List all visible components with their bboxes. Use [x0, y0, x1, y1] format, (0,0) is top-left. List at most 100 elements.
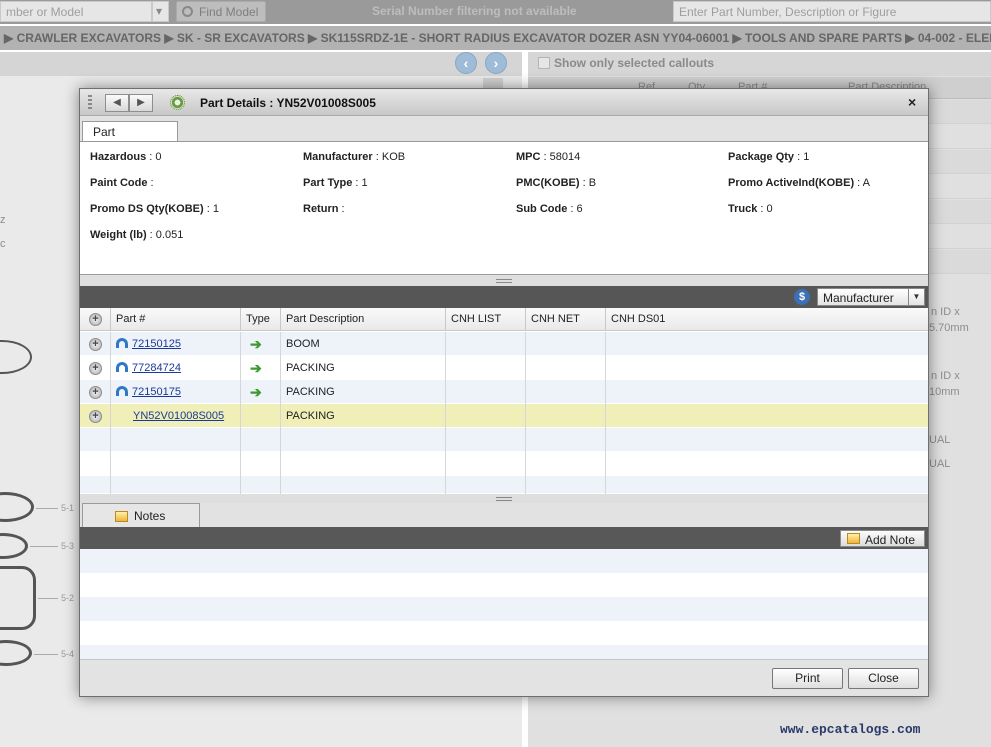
find-model-button[interactable]: Find Model — [176, 1, 266, 22]
attr-part-type: Part Type : 1 — [303, 177, 368, 189]
attr-promo-activeind: Promo ActiveInd(KOBE) : A — [728, 177, 871, 189]
cnh-list-cell — [446, 380, 526, 404]
plus-icon[interactable]: + — [89, 410, 102, 423]
chevron-down-icon[interactable]: ▼ — [908, 289, 924, 305]
tab-notes[interactable]: Notes — [82, 503, 200, 527]
cnh-net-cell — [526, 356, 606, 380]
show-selected-checkbox[interactable] — [538, 57, 550, 69]
gear-icon — [170, 95, 185, 110]
plus-icon[interactable]: + — [89, 386, 102, 399]
table-row[interactable]: + 72150175 ➔ PACKING — [80, 380, 928, 404]
attr-sub-code: Sub Code : 6 — [516, 203, 583, 215]
expand-all-column[interactable]: + — [80, 308, 111, 331]
replacement-arrow-icon[interactable]: ➔ — [250, 361, 266, 375]
table-row-selected[interactable]: + YN52V01008S005 PACKING — [80, 404, 928, 428]
part-details-dialog: ◀ ▶ Part Details : YN52V01008S005 × Part… — [79, 88, 929, 697]
cnh-net-cell — [526, 332, 606, 356]
close-icon[interactable]: × — [908, 94, 916, 110]
attr-weight: Weight (lb) : 0.051 — [90, 229, 184, 241]
notes-toolbar: Add Note — [80, 527, 928, 549]
note-row — [80, 597, 928, 621]
callout-line — [30, 546, 58, 547]
price-source-value: Manufacturer — [823, 291, 894, 305]
attr-hazardous: Hazardous : 0 — [90, 151, 162, 163]
print-button[interactable]: Print — [772, 668, 843, 689]
plus-icon[interactable]: + — [89, 313, 102, 326]
empty-cell — [111, 428, 241, 452]
col-cnh-list[interactable]: CNH LIST — [446, 308, 526, 331]
part-number-link[interactable]: 72150175 — [132, 386, 181, 398]
col-part-number[interactable]: Part # — [111, 308, 241, 331]
back-button[interactable]: ◀ — [105, 94, 129, 112]
tab-part-attributes[interactable]: Part Attributes — [82, 121, 178, 153]
table-row[interactable]: + 72150125 ➔ BOOM — [80, 332, 928, 356]
breadcrumb[interactable]: ▶ CRAWLER EXCAVATORS ▶ SK - SR EXCAVATOR… — [0, 26, 991, 50]
table-row[interactable]: + 77284724 ➔ PACKING — [80, 356, 928, 380]
plus-icon[interactable]: + — [89, 362, 102, 375]
cnh-ds01-cell — [606, 332, 928, 356]
back-arrow-icon[interactable] — [116, 362, 128, 372]
cnh-list-cell — [446, 356, 526, 380]
col-cnh-ds01[interactable]: CNH DS01 — [606, 308, 928, 331]
empty-cell — [526, 452, 606, 476]
show-selected-label: Show only selected callouts — [554, 56, 715, 70]
empty-cell — [281, 452, 446, 476]
back-arrow-icon[interactable] — [116, 386, 128, 396]
model-search-input[interactable]: mber or Model — [0, 1, 152, 22]
drag-grip-icon[interactable] — [88, 95, 92, 109]
part-number-cell: YN52V01008S005 — [111, 404, 241, 428]
col-part-description[interactable]: Part Description — [281, 308, 446, 331]
note-icon — [115, 511, 128, 522]
left-snippet: z — [0, 214, 6, 226]
attr-pmc: PMC(KOBE) : B — [516, 177, 597, 189]
part-number-link[interactable]: 72150125 — [132, 338, 181, 350]
splitter-handle[interactable] — [80, 276, 928, 286]
forward-button[interactable]: ▶ — [129, 94, 153, 112]
right-snippet: 10mm — [929, 386, 960, 398]
callout-label[interactable]: 5-2 — [61, 593, 74, 603]
callout-label[interactable]: 5-4 — [61, 649, 74, 659]
close-button[interactable]: Close — [848, 668, 919, 689]
callout-label[interactable]: 5-3 — [61, 541, 74, 551]
empty-cell — [80, 452, 111, 476]
type-cell: ➔ — [241, 356, 281, 380]
dollar-icon: $ — [794, 289, 810, 305]
callout-line — [38, 598, 58, 599]
part-number-link[interactable]: 77284724 — [132, 362, 181, 374]
row-expand-cell: + — [80, 356, 111, 380]
empty-cell — [80, 476, 111, 494]
attributes-panel: Hazardous : 0 Manufacturer : KOB MPC : 5… — [80, 141, 928, 275]
empty-cell — [241, 452, 281, 476]
cnh-ds01-cell — [606, 380, 928, 404]
empty-cell — [526, 476, 606, 494]
replacement-arrow-icon[interactable]: ➔ — [250, 385, 266, 399]
plus-icon[interactable]: + — [89, 338, 102, 351]
attr-return: Return : — [303, 203, 345, 215]
attr-promo-ds-qty: Promo DS Qty(KOBE) : 1 — [90, 203, 219, 215]
back-arrow-icon[interactable] — [116, 338, 128, 348]
replacement-arrow-icon[interactable]: ➔ — [250, 337, 266, 351]
part-number-link[interactable]: YN52V01008S005 — [133, 410, 224, 422]
empty-cell — [446, 452, 526, 476]
attr-mpc: MPC : 58014 — [516, 151, 581, 163]
callout-line — [34, 654, 58, 655]
model-dropdown-arrow[interactable]: ▾ — [152, 1, 169, 22]
empty-cell — [111, 476, 241, 494]
empty-cell — [281, 428, 446, 452]
col-type[interactable]: Type — [241, 308, 281, 331]
add-note-button[interactable]: Add Note — [840, 530, 925, 547]
cnh-list-cell — [446, 332, 526, 356]
description-cell: PACKING — [281, 404, 446, 428]
next-figure-button[interactable]: › — [485, 52, 507, 74]
empty-row — [80, 476, 928, 494]
right-snippet: UAL — [929, 434, 951, 446]
empty-cell — [606, 476, 928, 494]
col-cnh-net[interactable]: CNH NET — [526, 308, 606, 331]
dialog-titlebar[interactable]: ◀ ▶ Part Details : YN52V01008S005 × — [80, 89, 928, 116]
price-source-select[interactable]: Manufacturer ▼ — [817, 288, 925, 306]
part-search-input[interactable]: Enter Part Number, Description or Figure — [673, 1, 991, 22]
callout-label[interactable]: 5-1 — [61, 503, 74, 513]
attr-package-qty: Package Qty : 1 — [728, 151, 810, 163]
description-cell: PACKING — [281, 356, 446, 380]
prev-figure-button[interactable]: ‹ — [455, 52, 477, 74]
